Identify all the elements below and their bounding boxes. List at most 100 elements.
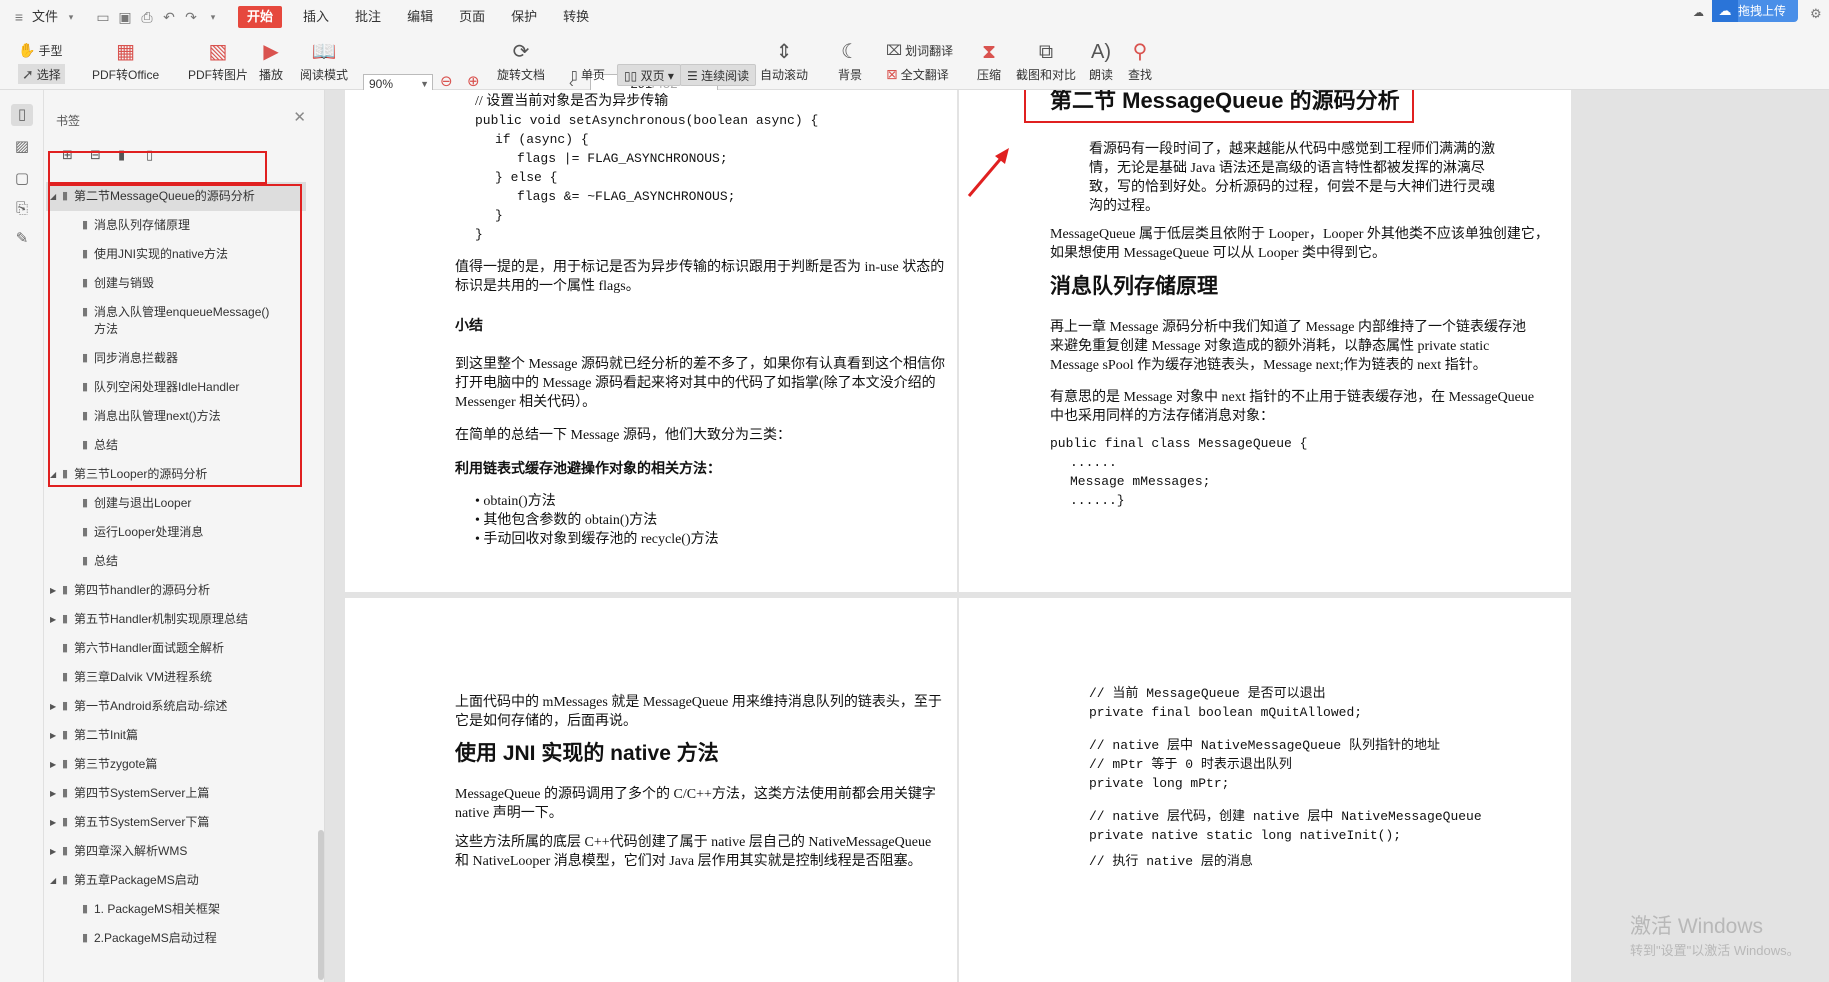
tab-insert[interactable]: 插入 (294, 6, 338, 28)
expand-icon[interactable]: ▶ (50, 837, 56, 866)
play-button[interactable]: ▶ 播放 (259, 38, 283, 83)
hamburger-icon[interactable]: ≡ (8, 9, 30, 25)
page-text-line: Message sPool 作为缓存池链表头，Message next;作为链表… (1050, 358, 1487, 373)
rotate-doc-button[interactable]: ⟳ 旋转文档 (497, 38, 545, 83)
file-menu[interactable]: 文件 (30, 6, 60, 28)
bookmark-label: 1. PackageMS相关框架 (94, 902, 221, 916)
tab-annotate[interactable]: 批注 (346, 6, 390, 28)
bookmark-label: 第四章深入解析WMS (74, 844, 188, 858)
bookmark-item[interactable]: ▶ ▮ 第四章深入解析WMS (46, 837, 306, 866)
bookmark-item[interactable]: ▮ 运行Looper处理消息 (46, 518, 306, 547)
screenshot-compare-button[interactable]: ⧉ 截图和对比 (1016, 38, 1076, 83)
save-icon[interactable]: ▣ (114, 9, 136, 26)
expand-icon[interactable]: ▶ (50, 605, 56, 634)
bookmark-label: 第四节handler的源码分析 (74, 583, 211, 597)
full-translate-button[interactable]: ⊠ 全文翻译 (886, 64, 949, 84)
hand-tool[interactable]: ✋ 手型 (18, 40, 62, 60)
bookmark-item[interactable]: ▮ 第三章Dalvik VM进程系统 (46, 663, 306, 692)
thumbnail-icon[interactable]: ▨ (11, 136, 33, 158)
search-button[interactable]: ⚲ 查找 (1128, 38, 1152, 83)
zoom-value: 90% (369, 77, 394, 91)
close-icon[interactable]: ✕ (293, 108, 306, 126)
expand-icon[interactable]: ▶ (50, 808, 56, 837)
page-text-line: 看源码有一段时间了，越来越能从代码中感觉到工程师们满满的激 (1089, 142, 1495, 157)
bookmark-item[interactable]: ▶ ▮ 第一节Android系统启动-综述 (46, 692, 306, 721)
tab-edit[interactable]: 编辑 (398, 6, 442, 28)
tab-page[interactable]: 页面 (450, 6, 494, 28)
expand-icon[interactable]: ▶ (50, 576, 56, 605)
attachment-icon[interactable]: ⎘ (11, 198, 33, 220)
cloud-sync-icon[interactable]: ☁ (1693, 6, 1704, 19)
expand-icon[interactable]: ▶ (50, 779, 56, 808)
bookmark-item[interactable]: ▶ ▮ 第五节SystemServer下篇 (46, 808, 306, 837)
bookmark-item[interactable]: ▶ ▮ 第二节Init篇 (46, 721, 306, 750)
zoom-in-icon[interactable]: ⊕ (467, 72, 480, 90)
full-translate-icon: ⊠ (886, 65, 898, 82)
bookmark-item[interactable]: ◢ ▮ 第五章PackageMS启动 (46, 866, 306, 895)
expand-icon[interactable]: ▶ (50, 750, 56, 779)
pdf-to-image-button[interactable]: ▧ PDF转图片 (188, 38, 248, 83)
zoom-out-icon[interactable]: ⊖ (440, 72, 453, 90)
bookmark-icon: ▮ (62, 671, 69, 683)
bookmark-item[interactable]: ▮ 第六节Handler面试题全解析 (46, 634, 306, 663)
customize-icon[interactable]: ▾ (202, 12, 224, 23)
document-viewer[interactable]: // 设置当前对象是否为异步传输 public void setAsynchron… (325, 90, 1829, 982)
settings-icon[interactable]: ⚙ (1810, 6, 1822, 22)
select-tool[interactable]: ➚ 选择 (18, 64, 65, 84)
bookmark-label: 第五节Handler机制实现原理总结 (74, 612, 249, 626)
bookmark-item[interactable]: ▮ 2.PackageMS启动过程 (46, 924, 306, 953)
pdf-to-office-button[interactable]: ▦ PDF转Office (92, 38, 159, 83)
open-folder-icon[interactable]: ▭ (92, 9, 114, 26)
bookmark-panel-icon[interactable]: ▯ (11, 104, 33, 126)
single-page-button[interactable]: ▯ 单页 (565, 64, 611, 86)
bookmark-label: 第一节Android系统启动-综述 (74, 699, 228, 713)
bookmark-icon: ▮ (62, 816, 69, 828)
bookmark-item[interactable]: ▮ 总结 (46, 547, 306, 576)
word-translate-button[interactable]: ⌧ 划词翻译 (886, 40, 953, 60)
comment-icon[interactable]: ▢ (11, 168, 33, 190)
expand-icon[interactable]: ▶ (50, 692, 56, 721)
page-text-line: if (async) { (495, 132, 589, 147)
page-text-line: 标识是共用的一个属性 flags。 (455, 279, 640, 294)
compress-button[interactable]: ⧗ 压缩 (977, 38, 1001, 83)
bookmark-icon: ▮ (62, 787, 69, 799)
page-left-top: // 设置当前对象是否为异步传输 public void setAsynchron… (345, 90, 957, 592)
continuous-read-button[interactable]: ☰ 连续阅读 (680, 64, 757, 86)
compress-label: 压缩 (977, 68, 1002, 82)
bookmark-item[interactable]: ▶ ▮ 第四节handler的源码分析 (46, 576, 306, 605)
tab-start[interactable]: 开始 (238, 6, 283, 28)
panel-scrollbar[interactable] (318, 830, 324, 980)
panel-title: 书签 (56, 114, 81, 128)
bookmark-item[interactable]: ▶ ▮ 第三节zygote篇 (46, 750, 306, 779)
print-icon[interactable]: ⎙ (136, 9, 158, 26)
background-button[interactable]: ☾ 背景 (838, 38, 862, 83)
bookmark-label: 第五节SystemServer下篇 (74, 815, 210, 829)
rotate-doc-icon: ⟳ (512, 41, 530, 63)
double-page-button[interactable]: ▯▯ 双页 ▾ (617, 64, 681, 86)
bookmark-icon: ▮ (62, 845, 69, 857)
collapse-icon[interactable]: ◢ (50, 866, 56, 895)
signature-icon[interactable]: ✎ (11, 228, 33, 250)
bookmark-item[interactable]: ▶ ▮ 第四节SystemServer上篇 (46, 779, 306, 808)
page-text-line: 消息队列存储原理 (1050, 275, 1218, 298)
screenshot-icon: ⧉ (1038, 41, 1054, 63)
read-mode-button[interactable]: 📖 阅读模式 (300, 38, 348, 83)
undo-icon[interactable]: ↶ (158, 9, 180, 26)
read-aloud-button[interactable]: A) 朗读 (1089, 38, 1113, 83)
tab-convert[interactable]: 转换 (554, 6, 598, 28)
chevron-down-icon[interactable]: ▾ (60, 12, 82, 23)
pdf-to-office-label: PDF转Office (92, 68, 160, 82)
bookmark-item[interactable]: ▮ 1. PackageMS相关框架 (46, 895, 306, 924)
page-text-line: public void setAsynchronous(boolean asyn… (475, 113, 819, 128)
tab-protect[interactable]: 保护 (502, 6, 546, 28)
bookmark-item[interactable]: ▶ ▮ 第五节Handler机制实现原理总结 (46, 605, 306, 634)
bookmark-panel: 书签 ✕ ⊞ ⊟ ▮ ▯ ◢ ▮ 第二节MessageQueue的源码分析 ▮ 消息队列… (44, 90, 325, 982)
page-text-line: 上面代码中的 mMessages 就是 MessageQueue 用来维持消息队… (455, 695, 942, 710)
auto-scroll-button[interactable]: ⇕ 自动滚动 (760, 38, 808, 83)
page-right-top: 第二节 MessageQueue 的源码分析 看源码有一段时间了，越来越能从代码… (959, 90, 1571, 592)
play-icon: ▶ (263, 41, 279, 63)
redo-icon[interactable]: ↷ (180, 9, 202, 26)
expand-icon[interactable]: ▶ (50, 721, 56, 750)
page-text-line: • obtain()方法 (475, 494, 556, 509)
bookmark-item[interactable]: ▮ 创建与退出Looper (46, 489, 306, 518)
